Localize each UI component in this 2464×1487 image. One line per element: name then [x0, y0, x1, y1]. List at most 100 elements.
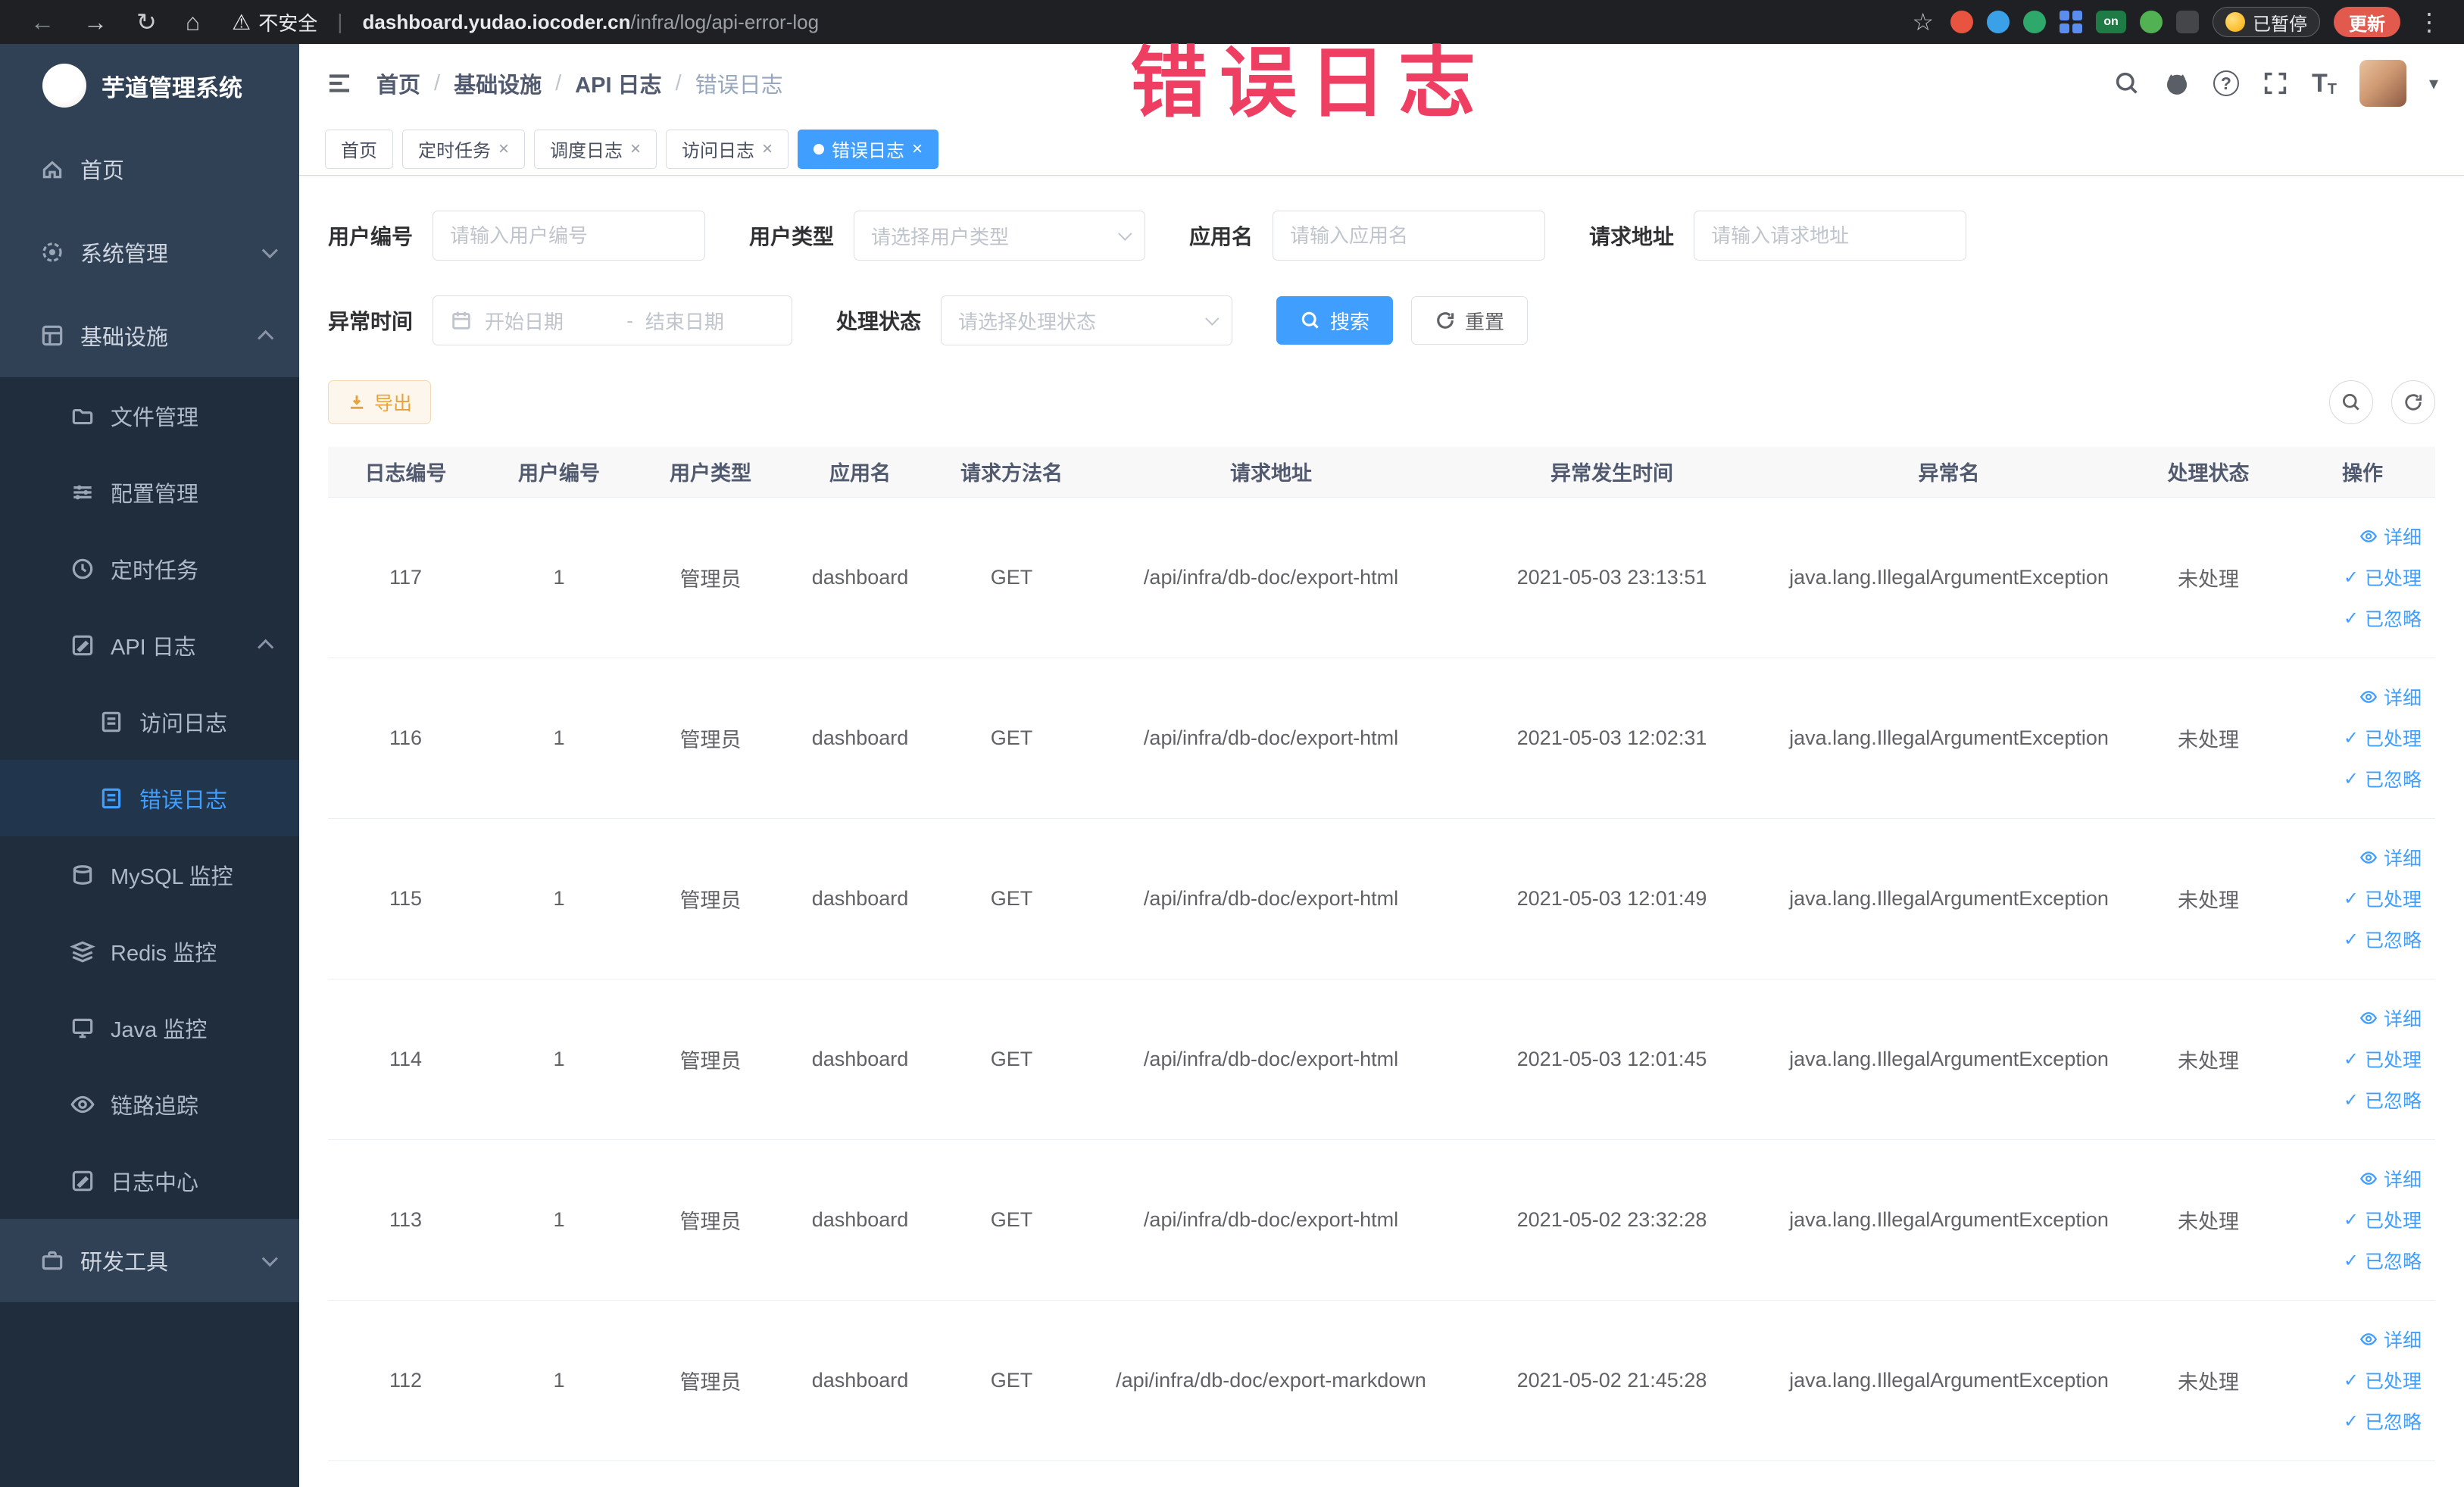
fullscreen-icon[interactable]	[2262, 70, 2289, 97]
tab-home[interactable]: 首页	[325, 129, 393, 169]
sidebar-item-config-management[interactable]: 配置管理	[0, 454, 299, 530]
ignored-link[interactable]: ✓ 已忽略	[2344, 765, 2422, 792]
breadcrumb-api-logs[interactable]: API 日志	[575, 67, 661, 99]
extension-icon-on[interactable]: on	[2096, 11, 2126, 33]
extension-icon-red[interactable]	[1950, 11, 1973, 33]
cell-request-url: /api/infra/db-doc/export-html	[1089, 497, 1453, 658]
extension-icon-paw[interactable]	[2176, 11, 2199, 33]
reset-button[interactable]: 重置	[1411, 296, 1529, 345]
sidebar-item-log-center[interactable]: 日志中心	[0, 1142, 299, 1219]
github-icon[interactable]	[2163, 70, 2191, 97]
col-log-id: 日志编号	[328, 447, 483, 498]
app-name-input[interactable]	[1273, 211, 1546, 261]
sidebar-item-access-log[interactable]: 访问日志	[0, 683, 299, 760]
detail-link[interactable]: 详细	[2359, 683, 2422, 711]
sidebar-item-label: 链路追踪	[111, 1094, 199, 1119]
user-type-select[interactable]: 请选择用户类型	[854, 211, 1146, 261]
processed-link[interactable]: ✓ 已处理	[2344, 564, 2422, 591]
sidebar-item-home[interactable]: 首页	[0, 127, 299, 211]
ignored-link[interactable]: ✓ 已忽略	[2344, 1407, 2422, 1435]
app-title: 芋道管理系统	[101, 74, 242, 102]
tab-close-icon[interactable]: ×	[498, 139, 509, 160]
request-url-input[interactable]	[1694, 211, 1967, 261]
breadcrumb-separator: /	[675, 70, 682, 95]
exception-time-range-picker[interactable]: 开始日期 - 结束日期	[433, 295, 793, 345]
cell-exception-name: java.lang.IllegalArgumentException	[1771, 1300, 2127, 1461]
extension-icon-green[interactable]	[2023, 11, 2046, 33]
sidebar-item-mysql-monitor[interactable]: MySQL 监控	[0, 836, 299, 913]
bookmark-star-icon[interactable]: ☆	[1909, 0, 1937, 44]
sidebar-item-dev-tools[interactable]: 研发工具	[0, 1219, 299, 1302]
processed-link[interactable]: ✓ 已处理	[2344, 724, 2422, 751]
tab-access-log[interactable]: 访问日志 ×	[666, 129, 789, 169]
detail-link[interactable]: 详细	[2359, 1326, 2422, 1353]
help-icon[interactable]: ?	[2213, 70, 2239, 96]
font-size-icon[interactable]: TT	[2312, 69, 2337, 98]
filter-user-type: 用户类型 请选择用户类型	[749, 211, 1146, 261]
extension-icon-grid[interactable]	[2060, 11, 2082, 33]
back-icon[interactable]: ←	[20, 0, 65, 44]
toggle-search-button[interactable]	[2329, 380, 2373, 424]
avatar-caret-down-icon[interactable]: ▾	[2429, 73, 2438, 95]
detail-link[interactable]: 详细	[2359, 844, 2422, 871]
reload-icon[interactable]: ↻	[126, 0, 167, 44]
export-button[interactable]: 导出	[328, 380, 432, 424]
search-icon[interactable]	[2113, 70, 2141, 97]
ignored-link[interactable]: ✓ 已忽略	[2344, 926, 2422, 953]
processed-link[interactable]: ✓ 已处理	[2344, 1045, 2422, 1073]
cell-process-status: 未处理	[2127, 497, 2290, 658]
user-id-input[interactable]	[433, 211, 706, 261]
user-avatar[interactable]	[2359, 60, 2406, 107]
ignored-link[interactable]: ✓ 已忽略	[2344, 604, 2422, 632]
extension-icon-blue[interactable]	[1987, 11, 2010, 33]
sidebar-item-link-tracing[interactable]: 链路追踪	[0, 1066, 299, 1142]
sidebar-item-system[interactable]: 系统管理	[0, 211, 299, 294]
sidebar-item-file-management[interactable]: 文件管理	[0, 377, 299, 454]
refresh-table-button[interactable]	[2391, 380, 2435, 424]
address-bar[interactable]: dashboard.yudao.iocoder.cn/infra/log/api…	[363, 11, 820, 34]
forward-icon[interactable]: →	[73, 0, 118, 44]
processed-link[interactable]: ✓ 已处理	[2344, 1367, 2422, 1394]
col-exception-name: 异常名	[1771, 447, 2127, 498]
tab-schedule-log[interactable]: 调度日志 ×	[534, 129, 657, 169]
cell-user-id: 1	[483, 818, 635, 979]
sidebar-item-infrastructure[interactable]: 基础设施	[0, 294, 299, 377]
tab-close-icon[interactable]: ×	[630, 139, 641, 160]
breadcrumb-home[interactable]: 首页	[376, 67, 420, 99]
sidebar-item-api-logs[interactable]: API 日志	[0, 607, 299, 683]
tab-error-log[interactable]: 错误日志 ×	[798, 129, 939, 169]
sidebar-item-scheduled-tasks[interactable]: 定时任务	[0, 530, 299, 607]
processed-link[interactable]: ✓ 已处理	[2344, 885, 2422, 912]
processed-link[interactable]: ✓ 已处理	[2344, 1206, 2422, 1233]
detail-link[interactable]: 详细	[2359, 1165, 2422, 1192]
tab-close-icon[interactable]: ×	[762, 139, 773, 160]
search-button[interactable]: 搜索	[1276, 296, 1394, 345]
tab-close-icon[interactable]: ×	[912, 139, 923, 160]
detail-link[interactable]: 详细	[2359, 1004, 2422, 1032]
extension-icon-leaf[interactable]	[2140, 11, 2163, 33]
filter-process-status: 处理状态 请选择处理状态	[836, 295, 1233, 345]
sidebar-item-java-monitor[interactable]: Java 监控	[0, 989, 299, 1066]
sidebar-item-redis-monitor[interactable]: Redis 监控	[0, 913, 299, 989]
process-status-select[interactable]: 请选择处理状态	[941, 295, 1233, 345]
ignored-link[interactable]: ✓ 已忽略	[2344, 1086, 2422, 1114]
sidebar-item-error-log[interactable]: 错误日志	[0, 760, 299, 836]
table-row: 112 1 管理员 dashboard GET /api/infra/db-do…	[328, 1300, 2435, 1461]
check-icon: ✓	[2343, 727, 2359, 748]
eye-icon	[2359, 530, 2378, 542]
security-chip[interactable]: ⚠ 不安全	[232, 8, 317, 36]
paused-badge[interactable]: 已暂停	[2213, 7, 2320, 37]
breadcrumb-separator: /	[555, 70, 562, 95]
app-logo[interactable]: 芋道管理系统	[0, 44, 299, 127]
home-icon[interactable]: ⌂	[175, 0, 211, 44]
sidebar-fold-icon[interactable]	[325, 69, 354, 98]
cell-request-method: GET	[934, 979, 1089, 1140]
cell-exception-name: java.lang.IllegalArgumentException	[1771, 979, 2127, 1140]
tab-scheduled-tasks[interactable]: 定时任务 ×	[402, 129, 526, 169]
ignored-link[interactable]: ✓ 已忽略	[2344, 1247, 2422, 1274]
breadcrumb-infrastructure[interactable]: 基础设施	[454, 67, 542, 99]
check-icon: ✓	[2343, 567, 2359, 588]
detail-link[interactable]: 详细	[2359, 523, 2422, 550]
kebab-menu-icon[interactable]: ⋮	[2414, 0, 2444, 44]
update-button[interactable]: 更新	[2334, 7, 2400, 37]
